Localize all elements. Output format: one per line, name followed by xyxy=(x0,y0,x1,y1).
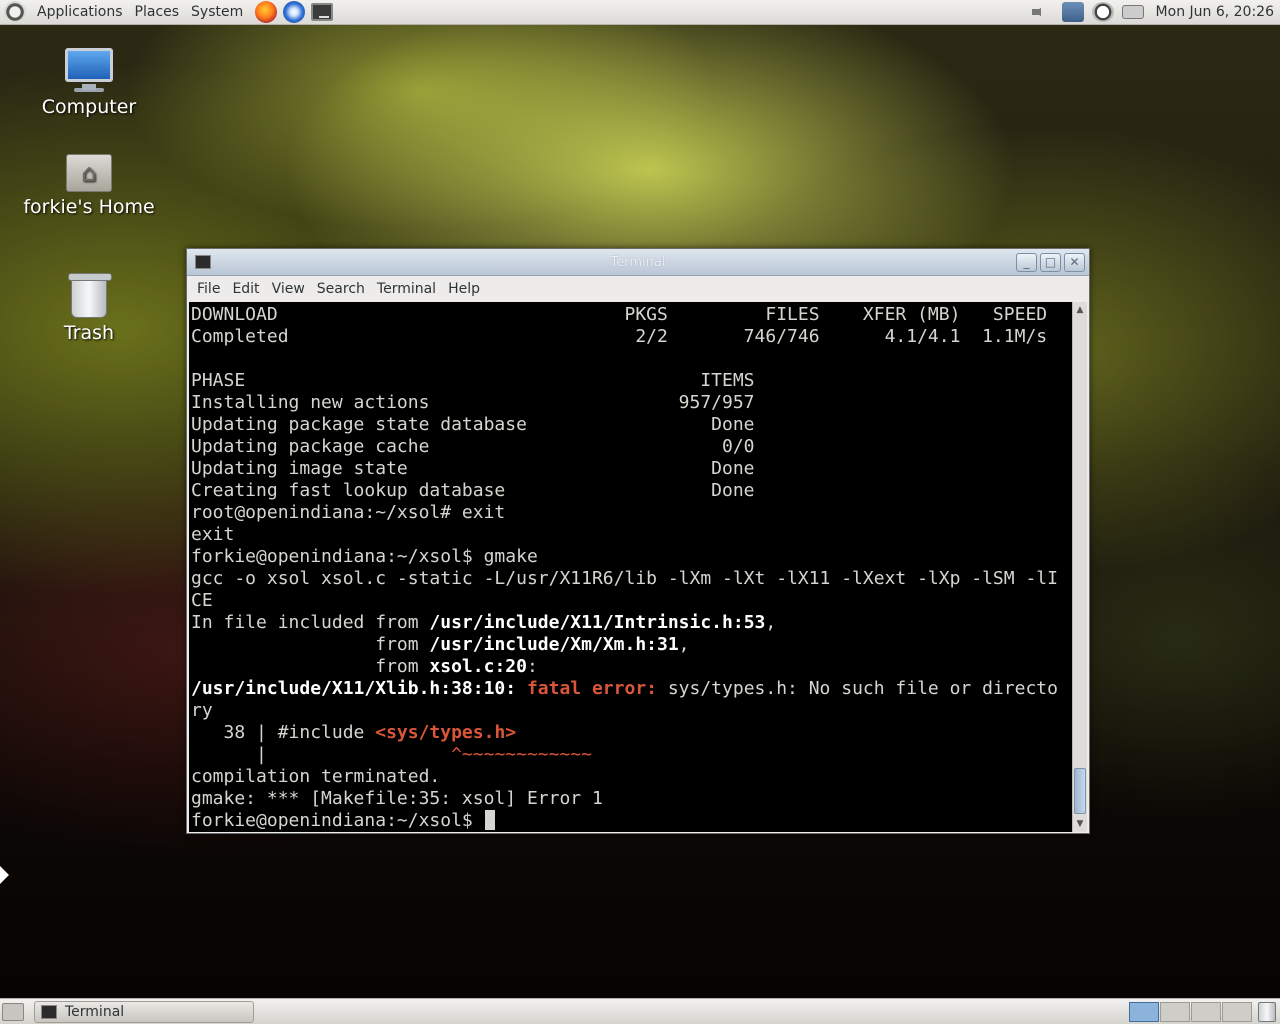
terminal-line: gcc -o xsol xsol.c -static -L/usr/X11R6/… xyxy=(191,568,1058,589)
terminal-scrollbar[interactable]: ▲ ▼ xyxy=(1072,302,1087,832)
terminal-line: gmake: *** [Makefile:35: xsol] Error 1 xyxy=(191,788,603,809)
clock[interactable]: Mon Jun 6, 20:26 xyxy=(1156,4,1274,20)
bottom-panel: Terminal xyxy=(0,998,1280,1024)
error-kind: fatal error: xyxy=(526,678,657,699)
window-menubar: File Edit View Search Terminal Help xyxy=(187,276,1089,302)
places-menu[interactable]: Places xyxy=(129,4,186,20)
menu-file[interactable]: File xyxy=(191,281,226,297)
network-icon[interactable] xyxy=(1061,2,1084,22)
applications-menu[interactable]: Applications xyxy=(31,4,129,20)
desktop-icon-home[interactable]: forkie's Home xyxy=(14,154,164,218)
terminal-text: 38 | #include xyxy=(191,722,376,743)
taskbar-item-terminal[interactable]: Terminal xyxy=(34,1000,254,1023)
menu-terminal[interactable]: Terminal xyxy=(371,281,442,297)
terminal-line: CE xyxy=(191,590,213,611)
terminal-line: from xsol.c:20: xyxy=(191,656,1073,678)
terminal-line: compilation terminated. xyxy=(191,766,441,787)
menu-help[interactable]: Help xyxy=(442,281,486,297)
workspace-4[interactable] xyxy=(1222,1001,1252,1022)
error-message: sys/types.h: No such file or directo xyxy=(657,678,1058,699)
top-panel: Applications Places System Mon Jun 6, 20… xyxy=(0,0,1280,25)
terminal-launcher-icon[interactable] xyxy=(311,3,334,21)
computer-icon xyxy=(65,48,113,90)
terminal-icon xyxy=(41,1004,57,1019)
terminal-line: Completed 2/2 746/746 4.1/4.1 1.1M/s xyxy=(191,326,1048,347)
openindiana-logo-icon[interactable] xyxy=(4,1,26,23)
terminal-line: from /usr/include/Xm/Xm.h:31, xyxy=(191,634,1073,656)
terminal-line: root@openindiana:~/xsol# exit xyxy=(191,502,506,523)
error-location: /usr/include/X11/Xlib.h:38:10: xyxy=(191,678,517,699)
text-cursor xyxy=(484,810,495,830)
source-highlight: <sys/types.h> xyxy=(375,722,517,743)
terminal-prompt-line: forkie@openindiana:~/xsol$ xyxy=(191,810,1073,832)
scroll-down-icon[interactable]: ▼ xyxy=(1073,816,1087,832)
terminal-line: Creating fast lookup database Done xyxy=(191,480,755,501)
terminal-window: Terminal _ □ ✕ File Edit View Search Ter… xyxy=(186,248,1090,834)
terminal-text: In file included from xyxy=(191,612,430,633)
terminal-text: , xyxy=(678,634,690,655)
workspace-3[interactable] xyxy=(1191,1001,1221,1022)
terminal-line: exit xyxy=(191,524,235,545)
terminal-line: | ^~~~~~~~~~~~~ xyxy=(191,744,1073,766)
terminal-prompt: forkie@openindiana:~/xsol$ xyxy=(191,810,484,831)
terminal-line: Installing new actions 957/957 xyxy=(191,392,755,413)
terminal-icon[interactable] xyxy=(195,255,211,269)
system-tray: Mon Jun 6, 20:26 xyxy=(1024,0,1280,25)
desktop-icon-label: Trash xyxy=(63,322,115,344)
desktop-icon-computer[interactable]: Computer xyxy=(14,48,164,118)
menu-edit[interactable]: Edit xyxy=(226,281,265,297)
terminal-path: xsol.c:20 xyxy=(429,656,527,677)
terminal-line: 38 | #include <sys/types.h> xyxy=(191,722,1073,744)
close-button[interactable]: ✕ xyxy=(1064,252,1085,272)
desktop-icon-label: forkie's Home xyxy=(23,196,155,218)
desktop-icon-label: Computer xyxy=(41,96,137,118)
menu-view[interactable]: View xyxy=(266,281,311,297)
show-desktop-icon[interactable] xyxy=(2,1002,24,1021)
maximize-button[interactable]: □ xyxy=(1040,252,1061,272)
terminal-path: /usr/include/Xm/Xm.h:31 xyxy=(429,634,679,655)
terminal-line: PHASE ITEMS xyxy=(191,370,755,391)
terminal-text: | xyxy=(191,744,278,765)
system-menu[interactable]: System xyxy=(185,4,249,20)
scroll-up-icon[interactable]: ▲ xyxy=(1073,302,1087,318)
terminal-text: : xyxy=(526,656,538,677)
terminal-text: from xyxy=(191,634,430,655)
workspace-1[interactable] xyxy=(1129,1001,1159,1022)
terminal-line: Updating package cache 0/0 xyxy=(191,436,755,457)
trash-applet-icon[interactable] xyxy=(1258,1001,1276,1022)
window-title: Terminal xyxy=(610,254,666,270)
terminal-line: In file included from /usr/include/X11/I… xyxy=(191,612,1073,634)
terminal-text: , xyxy=(765,612,777,633)
terminal-line: forkie@openindiana:~/xsol$ gmake xyxy=(191,546,538,567)
terminal-output[interactable]: DOWNLOAD PKGS FILES XFER (MB) SPEED Comp… xyxy=(189,302,1073,832)
desktop-icon-trash[interactable]: Trash xyxy=(14,273,164,344)
menu-search[interactable]: Search xyxy=(311,281,371,297)
terminal-path: /usr/include/X11/Intrinsic.h:53 xyxy=(429,612,766,633)
terminal-text: from xyxy=(191,656,430,677)
terminal-line: ry xyxy=(191,700,213,721)
scroll-thumb[interactable] xyxy=(1074,768,1086,814)
workspace-switcher xyxy=(1128,1001,1252,1022)
volume-icon[interactable] xyxy=(1031,3,1047,21)
workspace-2[interactable] xyxy=(1160,1001,1190,1022)
home-folder-icon xyxy=(66,154,112,192)
caret-highlight: ^~~~~~~~~~~~~ xyxy=(277,744,592,765)
window-titlebar[interactable]: Terminal _ □ ✕ xyxy=(187,249,1089,276)
terminal-line: Updating image state Done xyxy=(191,458,755,479)
terminal-line: /usr/include/X11/Xlib.h:38:10: fatal err… xyxy=(191,678,1073,700)
trash-icon xyxy=(68,273,112,318)
thunderbird-launcher-icon[interactable] xyxy=(283,1,306,23)
mouse-pointer-icon xyxy=(0,866,9,884)
minimize-button[interactable]: _ xyxy=(1016,252,1037,272)
terminal-line: Updating package state database Done xyxy=(191,414,755,435)
terminal-line: DOWNLOAD PKGS FILES XFER (MB) SPEED xyxy=(191,304,1048,325)
taskbar-item-label: Terminal xyxy=(65,1003,125,1020)
update-manager-icon[interactable] xyxy=(1091,2,1114,22)
firefox-launcher-icon[interactable] xyxy=(255,1,278,23)
power-icon[interactable] xyxy=(1121,5,1144,19)
